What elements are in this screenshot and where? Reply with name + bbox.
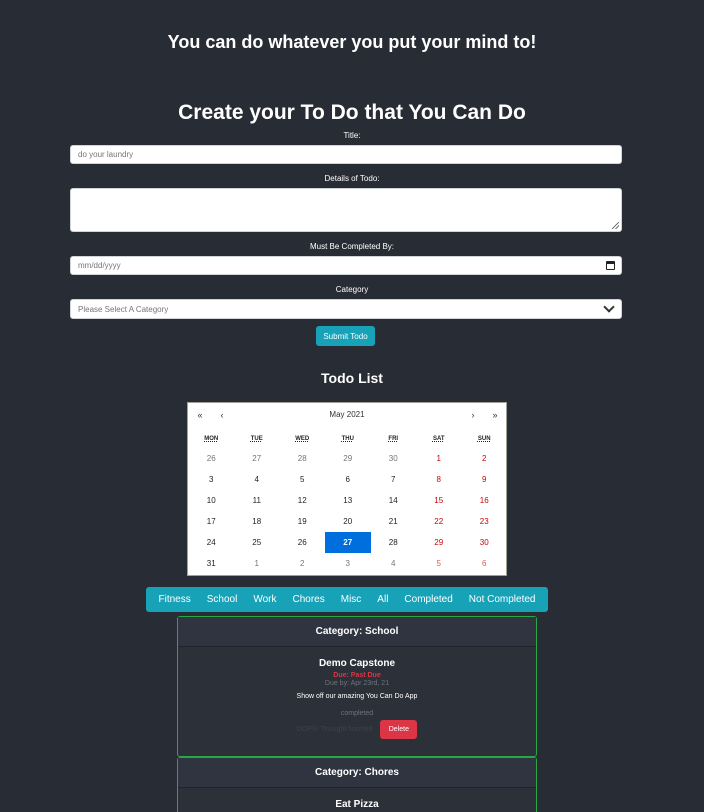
calendar-day[interactable]: 7 (371, 469, 417, 490)
calendar-day[interactable]: 9 (462, 469, 508, 490)
weekday-header: WED (295, 436, 310, 442)
next-year-button[interactable]: » (488, 410, 502, 420)
calendar-day[interactable]: 26 (189, 448, 235, 469)
completed-status: completed (340, 710, 374, 717)
calendar-day[interactable]: 30 (462, 532, 508, 553)
weekday-header: FRI (388, 436, 399, 442)
weekday-header: THU (341, 436, 354, 442)
calendar-day[interactable]: 5 (416, 553, 462, 574)
calendar-day[interactable]: 3 (189, 469, 235, 490)
calendar-day[interactable]: 6 (462, 553, 508, 574)
finished-text: OOPS! Thought finished (296, 726, 373, 733)
calendar-day[interactable]: 16 (462, 490, 508, 511)
calendar-day[interactable]: 22 (416, 511, 462, 532)
title-label: Title: (343, 131, 361, 140)
calendar-day[interactable]: 12 (280, 490, 326, 511)
calendar-day[interactable]: 24 (189, 532, 235, 553)
filter-button-not-completed[interactable]: Not Completed (461, 587, 544, 612)
calendar-day[interactable]: 10 (189, 490, 235, 511)
calendar-day[interactable]: 19 (280, 511, 326, 532)
category-filter-bar: Fitness School Work Chores Misc All Completed N… (146, 587, 548, 612)
due-date: Due by: Apr 23rd, 21 (324, 680, 390, 687)
calendar-day[interactable]: 17 (189, 511, 235, 532)
due-date-input[interactable]: mm/dd/yyyy (70, 256, 622, 275)
calendar-day[interactable]: 18 (234, 511, 280, 532)
filter-button-fitness[interactable]: Fitness (151, 587, 199, 612)
calendar-icon[interactable] (606, 261, 615, 270)
delete-button[interactable]: Delete (380, 720, 418, 739)
filter-button-all[interactable]: All (369, 587, 396, 612)
calendar-day[interactable]: 2 (462, 448, 508, 469)
calendar-day[interactable]: 2 (280, 553, 326, 574)
filter-button-completed[interactable]: Completed (396, 587, 460, 612)
filter-button-misc[interactable]: Misc (333, 587, 370, 612)
next-month-button[interactable]: › (466, 410, 480, 420)
todo-title: Demo Capstone (318, 658, 396, 669)
calendar-day[interactable]: 8 (416, 469, 462, 490)
form-title: Create your To Do that You Can Do (178, 101, 526, 124)
calendar-day[interactable]: 30 (371, 448, 417, 469)
date-placeholder: mm/dd/yyyy (78, 261, 121, 270)
calendar-navigation: « ‹ May 2021 › » (188, 403, 506, 427)
calendar-day[interactable]: 3 (325, 553, 371, 574)
due-status: Due: Past Due (333, 672, 381, 679)
todo-list-title: Todo List (321, 370, 383, 386)
app-tagline: You can do whatever you put your mind to… (167, 32, 537, 52)
calendar-day-selected[interactable]: 27 (325, 532, 371, 553)
weekday-header: MON (204, 436, 219, 442)
calendar-day[interactable]: 15 (416, 490, 462, 511)
details-label: Details of Todo: (324, 174, 380, 183)
calendar: « ‹ May 2021 › » MON TUE WED THU FRI SAT SUN 26… (187, 402, 507, 576)
calendar-day[interactable]: 27 (234, 448, 280, 469)
calendar-day[interactable]: 25 (234, 532, 280, 553)
calendar-day[interactable]: 1 (234, 553, 280, 574)
calendar-day[interactable]: 4 (234, 469, 280, 490)
calendar-day[interactable]: 6 (325, 469, 371, 490)
calendar-day[interactable]: 28 (280, 448, 326, 469)
calendar-day[interactable]: 29 (325, 448, 371, 469)
calendar-day[interactable]: 5 (280, 469, 326, 490)
todo-details: Show off our amazing You Can Do App (296, 693, 418, 700)
todo-actions: OOPS! Thought finished Delete (178, 720, 536, 739)
calendar-day[interactable]: 11 (234, 490, 280, 511)
calendar-day[interactable]: 4 (371, 553, 417, 574)
title-input[interactable]: do your laundry (70, 145, 622, 164)
filter-button-work[interactable]: Work (245, 587, 284, 612)
category-heading: Category: Chores (178, 758, 536, 788)
calendar-day[interactable]: 20 (325, 511, 371, 532)
weekday-header: SAT (432, 436, 445, 442)
calendar-day[interactable]: 26 (280, 532, 326, 553)
calendar-month-label[interactable]: May 2021 (188, 410, 506, 419)
category-label: Category (335, 285, 369, 294)
submit-todo-button[interactable]: Submit Todo (316, 326, 375, 346)
category-select[interactable]: Please Select A Category (70, 299, 622, 319)
calendar-day[interactable]: 14 (371, 490, 417, 511)
details-textarea[interactable] (70, 188, 622, 232)
calendar-day[interactable]: 13 (325, 490, 371, 511)
date-label: Must Be Completed By: (309, 242, 395, 251)
calendar-day[interactable]: 31 (189, 553, 235, 574)
calendar-day[interactable]: 23 (462, 511, 508, 532)
calendar-day[interactable]: 1 (416, 448, 462, 469)
resize-handle-icon[interactable] (612, 222, 619, 229)
weekday-header: SUN (477, 436, 491, 442)
todo-category-card-chores: Category: Chores Eat Pizza (177, 757, 537, 812)
calendar-day[interactable]: 28 (371, 532, 417, 553)
todo-category-card-school: Category: School Demo Capstone Due: Past… (177, 616, 537, 757)
category-heading: Category: School (178, 617, 536, 647)
filter-button-school[interactable]: School (199, 587, 246, 612)
category-selected-value: Please Select A Category (78, 304, 169, 314)
todo-title: Eat Pizza (335, 799, 379, 810)
filter-button-chores[interactable]: Chores (284, 587, 332, 612)
weekday-header: TUE (250, 436, 263, 442)
calendar-day[interactable]: 21 (371, 511, 417, 532)
title-input-placeholder: do your laundry (78, 150, 134, 159)
calendar-day[interactable]: 29 (416, 532, 462, 553)
chevron-down-icon (603, 301, 615, 313)
